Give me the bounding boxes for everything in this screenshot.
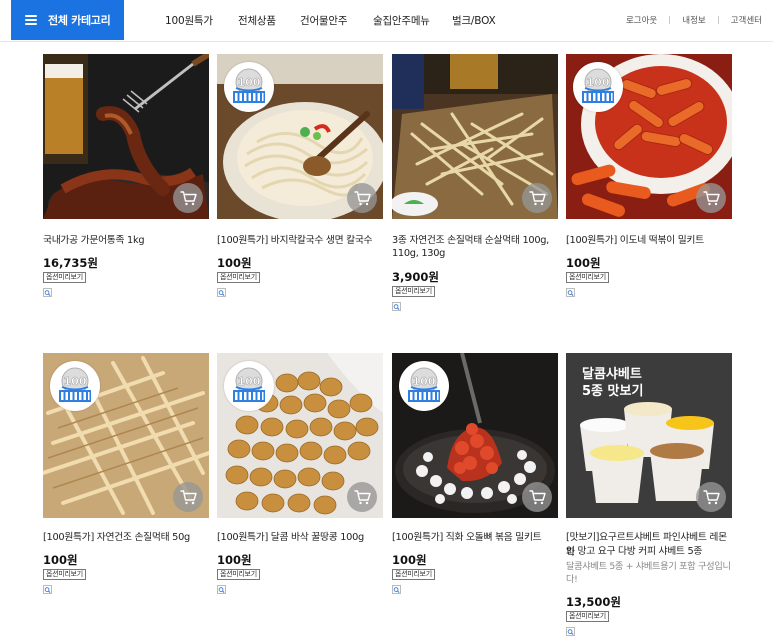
- nav-100won-sale[interactable]: 100원특가: [165, 0, 213, 40]
- 100-won-badge-icon: [224, 361, 274, 411]
- product-price: 100원: [43, 553, 78, 567]
- customer-center-link[interactable]: 고객센터: [731, 14, 762, 26]
- option-preview-button[interactable]: 옵션미리보기: [566, 272, 609, 283]
- zoom-button[interactable]: [392, 585, 401, 594]
- product-image[interactable]: [43, 54, 209, 219]
- my-info-link[interactable]: 내정보: [682, 14, 705, 26]
- add-to-cart-button[interactable]: [347, 183, 377, 213]
- product-description-line2: 다!: [566, 574, 578, 585]
- cart-icon: [179, 490, 197, 505]
- product-image[interactable]: [217, 353, 383, 518]
- product-name[interactable]: [100원특가] 바지락칼국수 생면 칼국수: [217, 233, 387, 248]
- zoom-button[interactable]: [217, 288, 226, 297]
- product-price: 100원: [392, 553, 427, 567]
- top-header: 전체 카테고리 100원특가 전체상품 건어물안주 술집안주메뉴 벌크/BOX …: [0, 0, 773, 42]
- add-to-cart-button[interactable]: [173, 482, 203, 512]
- product-name[interactable]: [100원특가] 이도네 떡볶이 밀키트: [566, 233, 736, 248]
- nav-link-label[interactable]: 전체상품: [238, 13, 276, 28]
- zoom-button[interactable]: [43, 585, 52, 594]
- add-to-cart-button[interactable]: [173, 183, 203, 213]
- product-price: 13,500원: [566, 595, 621, 609]
- product-description: 달콤샤베트 5종 + 샤베트용기 포함 구성입니: [566, 561, 731, 572]
- option-preview-button[interactable]: 옵션미리보기: [217, 569, 260, 580]
- magnifier-icon: [567, 289, 574, 296]
- utility-links: 로그아웃 내정보 고객센터: [626, 0, 762, 40]
- all-categories-label: 전체 카테고리: [48, 14, 111, 27]
- option-preview-button[interactable]: 옵션미리보기: [43, 569, 86, 580]
- banner-line-2: 5종 맛보기: [582, 383, 643, 399]
- add-to-cart-button[interactable]: [696, 482, 726, 512]
- product-name[interactable]: 국내가공 가문어통족 1kg: [43, 233, 213, 248]
- cart-icon: [702, 191, 720, 206]
- product-name[interactable]: [100원특가] 자연건조 손질먹태 50g: [43, 530, 213, 545]
- product-price: 100원: [217, 553, 252, 567]
- nav-link-label[interactable]: 건어물안주: [300, 13, 348, 28]
- add-to-cart-button[interactable]: [696, 183, 726, 213]
- logout-link[interactable]: 로그아웃: [626, 14, 657, 26]
- product-image[interactable]: [43, 353, 209, 518]
- option-preview-button[interactable]: 옵션미리보기: [392, 286, 435, 297]
- nav-all-products[interactable]: 전체상품: [238, 0, 276, 40]
- nav-link-label[interactable]: 벌크/BOX: [452, 13, 496, 28]
- cart-icon: [179, 191, 197, 206]
- product-price: 100원: [217, 256, 252, 270]
- magnifier-icon: [218, 586, 225, 593]
- cart-icon: [528, 191, 546, 206]
- product-image[interactable]: [566, 54, 732, 219]
- add-to-cart-button[interactable]: [347, 482, 377, 512]
- add-to-cart-button[interactable]: [522, 482, 552, 512]
- 100-won-badge-icon: [50, 361, 100, 411]
- zoom-button[interactable]: [566, 627, 575, 636]
- all-categories-button[interactable]: 전체 카테고리: [11, 0, 124, 40]
- zoom-button[interactable]: [566, 288, 575, 297]
- magnifier-icon: [393, 586, 400, 593]
- product-image[interactable]: [217, 54, 383, 219]
- cart-icon: [528, 490, 546, 505]
- divider: [717, 16, 719, 24]
- product-name-line2[interactable]: 110g, 130g: [392, 246, 562, 261]
- 100-won-badge-icon: [573, 62, 623, 112]
- nav-link-label[interactable]: 술집안주메뉴: [373, 13, 430, 28]
- zoom-button[interactable]: [392, 302, 401, 311]
- 100-won-badge-icon: [224, 62, 274, 112]
- divider: [669, 16, 671, 24]
- add-to-cart-button[interactable]: [522, 183, 552, 213]
- product-image[interactable]: 달콤샤베트 5종 맛보기: [566, 353, 732, 518]
- magnifier-icon: [44, 289, 51, 296]
- magnifier-icon: [393, 303, 400, 310]
- zoom-button[interactable]: [43, 288, 52, 297]
- product-price: 100원: [566, 256, 601, 270]
- nav-link-label[interactable]: 100원특가: [165, 13, 213, 28]
- product-name[interactable]: [100원특가] 달콤 바삭 꿀땅콩 100g: [217, 530, 387, 545]
- option-preview-button[interactable]: 옵션미리보기: [43, 272, 86, 283]
- nav-bar-menu[interactable]: 술집안주메뉴: [373, 0, 430, 40]
- product-name[interactable]: [100원특가] 직화 오돌뼈 볶음 밀키트: [392, 530, 562, 545]
- product-price: 3,900원: [392, 270, 439, 284]
- magnifier-icon: [567, 628, 574, 635]
- 100-won-badge-icon: [399, 361, 449, 411]
- nav-dried-seafood[interactable]: 건어물안주: [300, 0, 348, 40]
- option-preview-button[interactable]: 옵션미리보기: [217, 272, 260, 283]
- cart-icon: [353, 490, 371, 505]
- magnifier-icon: [218, 289, 225, 296]
- magnifier-icon: [44, 586, 51, 593]
- nav-bulk-box[interactable]: 벌크/BOX: [452, 0, 496, 40]
- hamburger-icon: [25, 15, 37, 25]
- product-image[interactable]: [392, 353, 558, 518]
- cart-icon: [702, 490, 720, 505]
- product-price: 16,735원: [43, 256, 98, 270]
- banner-line-1: 달콤샤베트: [582, 366, 642, 382]
- zoom-button[interactable]: [217, 585, 226, 594]
- product-image[interactable]: [392, 54, 558, 219]
- option-preview-button[interactable]: 옵션미리보기: [566, 611, 609, 622]
- option-preview-button[interactable]: 옵션미리보기: [392, 569, 435, 580]
- product-name-line2[interactable]: 인 망고 요구 다방 커피 샤베트 5종: [566, 544, 736, 559]
- cart-icon: [353, 191, 371, 206]
